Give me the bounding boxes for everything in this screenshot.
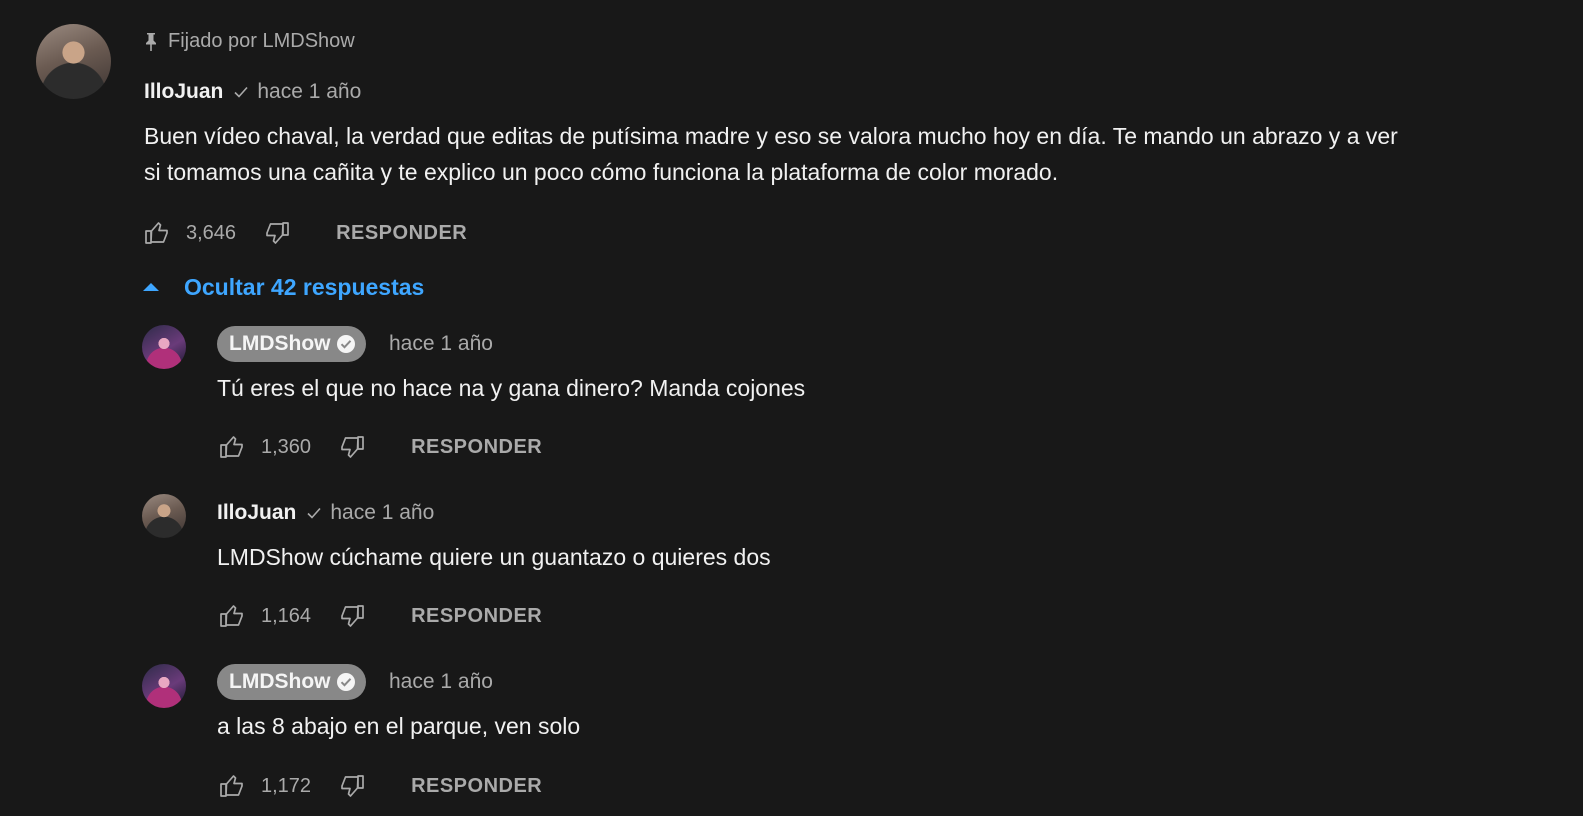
reply-actions: 1,172 RESPONDER [217,771,542,801]
pin-icon [146,33,156,51]
reply-actions: 1,360 RESPONDER [217,432,542,462]
dislike-button[interactable] [337,601,367,631]
comment-text-line-2: si tomamos una cañita y te explico un po… [144,159,1059,185]
hide-replies-label: Ocultar 42 respuestas [184,273,425,300]
dislike-button[interactable] [337,432,367,462]
like-count: 3,646 [186,221,237,244]
caret-up-icon [143,283,159,291]
reply-timestamp[interactable]: hace 1 año [389,670,493,694]
like-button[interactable] [217,432,247,462]
thumb-up-icon [145,222,168,244]
author-name[interactable]: IlloJuan [144,80,223,104]
reply-author-name: LMDShow [229,670,331,693]
reply-button[interactable]: RESPONDER [411,436,542,459]
hide-replies-button[interactable]: Ocultar 42 respuestas [142,272,424,302]
comment-header: IlloJuan hace 1 año [144,78,361,106]
reply-timestamp[interactable]: hace 1 año [330,501,434,525]
like-button[interactable] [142,218,172,248]
comment-actions: 3,646 RESPONDER [142,218,467,248]
check-icon [234,86,248,98]
like-count: 1,164 [261,604,312,627]
reply-avatar[interactable] [142,664,186,708]
thumb-down-icon [341,605,364,627]
thumb-down-icon [341,775,364,797]
comment-timestamp[interactable]: hace 1 año [257,80,361,104]
dislike-button[interactable] [337,771,367,801]
thumb-down-icon [341,436,364,458]
verified-icon [337,673,356,691]
reply-button[interactable]: RESPONDER [336,222,467,245]
reply-author-name[interactable]: IlloJuan [217,501,296,525]
channel-owner-badge[interactable]: LMDShow [217,326,367,362]
thumb-up-icon [220,775,243,797]
thumb-down-icon [266,222,289,244]
like-count: 1,360 [261,435,312,458]
channel-owner-badge[interactable]: LMDShow [217,664,367,700]
comment-text-line-1: Buen vídeo chaval, la verdad que editas … [144,123,1398,149]
thumb-up-icon [220,436,243,458]
like-button[interactable] [217,771,247,801]
comment-text: Buen vídeo chaval, la verdad que editas … [144,118,1564,190]
dislike-button[interactable] [262,218,292,248]
thumb-up-icon [220,605,243,627]
verified-icon [337,335,356,353]
check-icon [307,507,321,519]
reply-avatar[interactable] [142,325,186,369]
reply-text: a las 8 abajo en el parque, ven solo [217,713,581,739]
reply-text: LMDShow cúchame quiere un guantazo o qui… [217,544,771,570]
author-avatar[interactable] [36,24,111,99]
reply-actions: 1,164 RESPONDER [217,601,542,631]
pinned-label: Fijado por LMDShow [168,29,355,52]
reply-text: Tú eres el que no hace na y gana dinero?… [217,375,806,401]
reply-button[interactable]: RESPONDER [411,605,542,628]
pinned-indicator: Fijado por LMDShow [144,28,355,54]
reply-timestamp[interactable]: hace 1 año [389,332,493,356]
reply-avatar[interactable] [142,494,186,538]
reply-author-name: LMDShow [229,332,331,355]
reply-header: IlloJuan hace 1 año [217,499,434,527]
reply-button[interactable]: RESPONDER [411,775,542,798]
like-button[interactable] [217,601,247,631]
like-count: 1,172 [261,774,312,797]
